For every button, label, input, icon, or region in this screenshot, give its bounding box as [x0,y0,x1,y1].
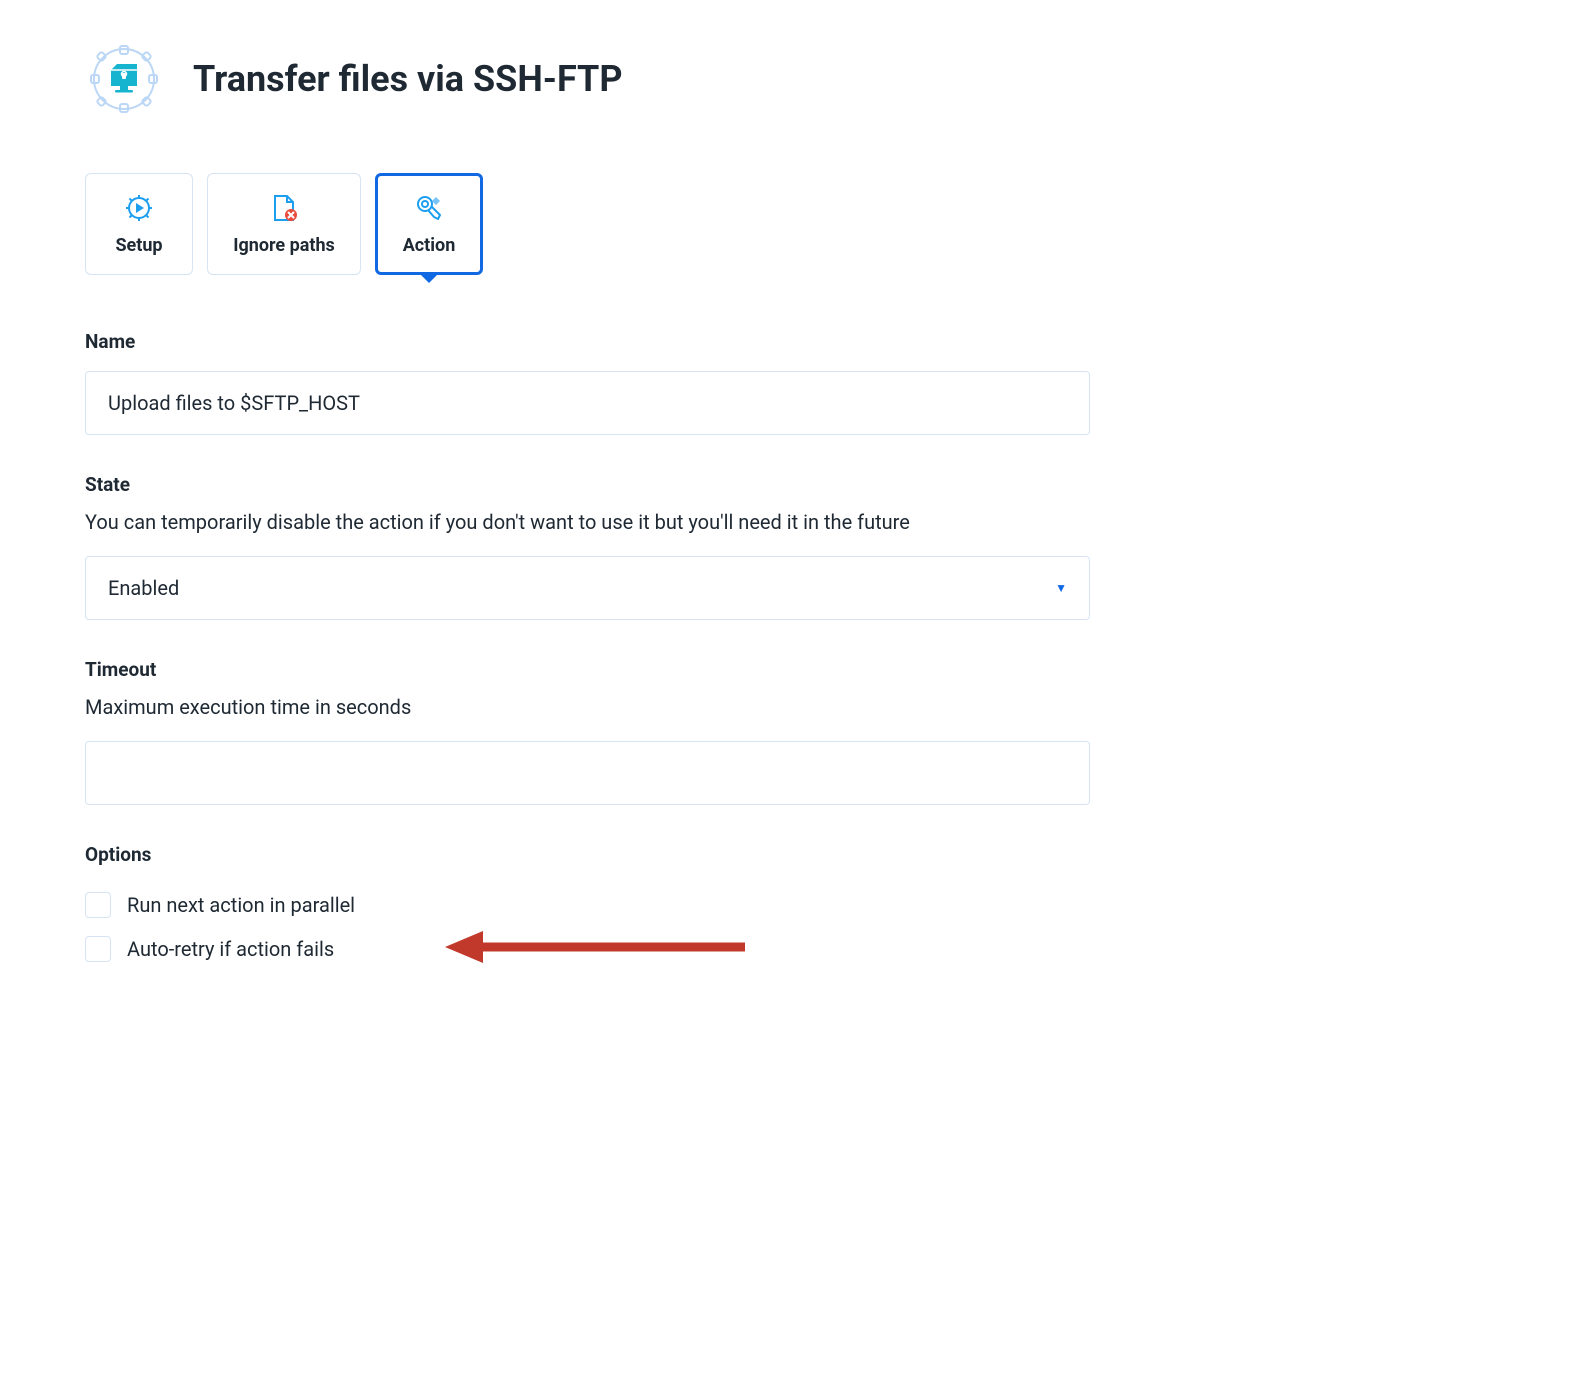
tools-icon [414,193,444,223]
checkbox-label: Run next action in parallel [127,893,355,917]
name-label: Name [85,330,1090,353]
state-selected-value: Enabled [108,576,179,600]
tab-label: Action [403,235,456,256]
option-auto-retry: Auto-retry if action fails [85,936,1090,962]
option-run-parallel: Run next action in parallel [85,892,1090,918]
tab-label: Setup [115,235,162,256]
timeout-field-block: Timeout Maximum execution time in second… [85,658,1090,805]
name-field-block: Name [85,330,1090,435]
auto-retry-checkbox[interactable] [85,936,111,962]
tab-label: Ignore paths [233,235,335,256]
arrow-annotation-icon [445,927,755,971]
file-x-icon [269,193,299,223]
state-help: You can temporarily disable the action i… [85,510,1090,534]
play-gear-icon [124,193,154,223]
options-field-block: Options Run next action in parallel Auto… [85,843,1090,962]
run-parallel-checkbox[interactable] [85,892,111,918]
state-label: State [85,473,1090,496]
options-label: Options [85,843,1090,866]
name-input[interactable] [85,371,1090,435]
timeout-input[interactable] [85,741,1090,805]
state-field-block: State You can temporarily disable the ac… [85,473,1090,620]
timeout-label: Timeout [85,658,1090,681]
action-form: Name State You can temporarily disable t… [85,330,1090,962]
page-title: Transfer files via SSH-FTP [193,58,623,100]
tab-action[interactable]: Action [375,173,483,275]
checkbox-label: Auto-retry if action fails [127,937,334,961]
tabs: Setup Ignore paths Action [85,173,1497,275]
page-header: Transfer files via SSH-FTP [85,40,1497,118]
tab-ignore-paths[interactable]: Ignore paths [207,173,361,275]
transfer-gear-icon [85,40,163,118]
state-select[interactable]: Enabled ▼ [85,556,1090,620]
timeout-help: Maximum execution time in seconds [85,695,1090,719]
chevron-down-icon: ▼ [1055,581,1067,595]
tab-setup[interactable]: Setup [85,173,193,275]
